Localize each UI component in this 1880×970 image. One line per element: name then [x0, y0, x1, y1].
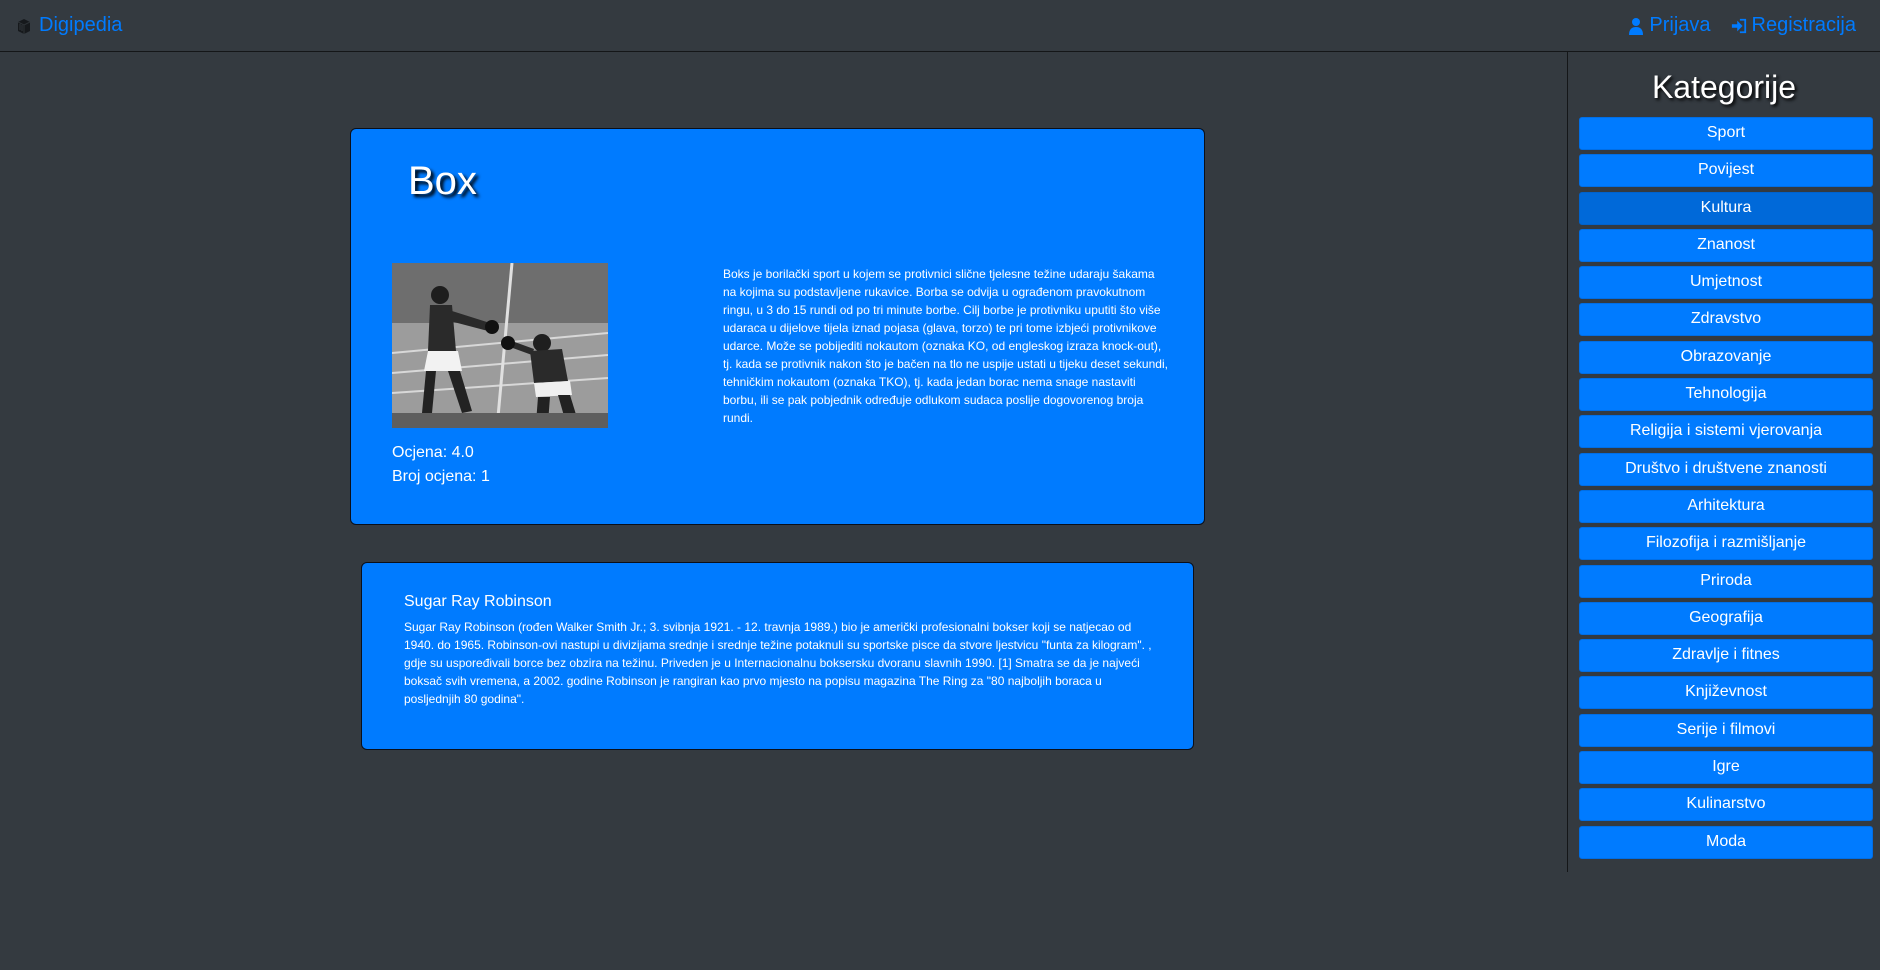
category-button[interactable]: Znanost [1579, 228, 1873, 262]
article-image [392, 263, 608, 428]
article-card: Box Ocjena: 4.0 Broj ocjena: 1 Boks je b… [350, 128, 1205, 525]
auth-links: Prijava Registracija [1628, 14, 1856, 37]
category-button[interactable]: Religija i sistemi vjerovanja [1579, 415, 1873, 449]
category-button[interactable]: Zdravstvo [1579, 303, 1873, 337]
sign-in-icon [1731, 18, 1746, 33]
login-label: Prijava [1649, 14, 1711, 36]
rating-count: Broj ocjena: 1 [392, 468, 490, 485]
rating-value: Ocjena: 4.0 [392, 444, 474, 461]
top-navbar: Digipedia Prijava Registracija [0, 0, 1880, 52]
category-button[interactable]: Umjetnost [1579, 266, 1873, 300]
sidebar-title: Kategorije [1651, 69, 1797, 105]
category-button[interactable]: Moda [1579, 825, 1873, 859]
boxing-photo [392, 263, 608, 428]
category-button[interactable]: Društvo i društvene znanosti [1579, 452, 1873, 486]
category-button[interactable]: Geografija [1579, 601, 1873, 635]
book-icon [17, 18, 31, 34]
category-button[interactable]: Književnost [1579, 676, 1873, 710]
brand-link[interactable]: Digipedia [14, 14, 122, 37]
category-button[interactable]: Zdravlje i fitnes [1579, 639, 1873, 673]
category-button[interactable]: Kulinarstvo [1579, 788, 1873, 822]
category-sidebar: Kategorije Sport Povijest Kultura Znanost Um… [1567, 52, 1880, 872]
related-article-text: Sugar Ray Robinson (rođen Walker Smith J… [404, 620, 1152, 706]
register-link[interactable]: Registracija [1731, 14, 1856, 37]
article-title: Box [408, 159, 477, 203]
category-button[interactable]: Serije i filmovi [1579, 713, 1873, 747]
category-button[interactable]: Povijest [1579, 154, 1873, 188]
category-button[interactable]: Arhitektura [1579, 489, 1873, 523]
category-list: Sport Povijest Kultura Znanost Umjetnost Zdra… [1579, 117, 1873, 863]
category-button[interactable]: Kultura [1579, 191, 1873, 225]
brand-label: Digipedia [39, 14, 123, 36]
related-article-title: Sugar Ray Robinson [404, 593, 552, 610]
category-button[interactable]: Obrazovanje [1579, 340, 1873, 374]
related-article-card[interactable]: Sugar Ray Robinson Sugar Ray Robinson (r… [361, 562, 1194, 750]
register-label: Registracija [1751, 14, 1856, 36]
category-button[interactable]: Sport [1579, 117, 1873, 150]
category-button[interactable]: Igre [1579, 751, 1873, 785]
article-text: Boks je borilački sport u kojem se proti… [723, 267, 1168, 425]
category-button[interactable]: Tehnologija [1579, 378, 1873, 412]
category-button[interactable]: Priroda [1579, 564, 1873, 598]
user-icon [1629, 17, 1644, 35]
category-button[interactable]: Filozofija i razmišljanje [1579, 527, 1873, 561]
login-link[interactable]: Prijava [1628, 14, 1711, 37]
